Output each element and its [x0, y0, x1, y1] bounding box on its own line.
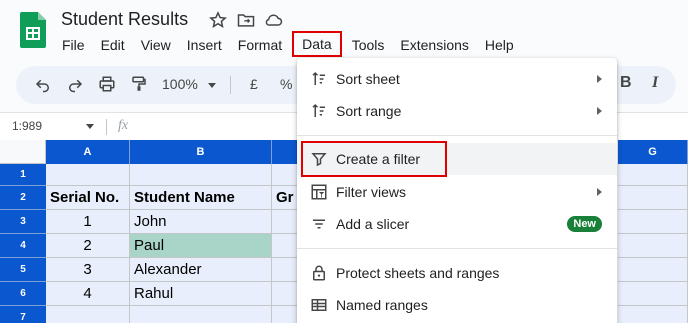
table-cell[interactable]: 4	[46, 282, 130, 306]
menu-item-label: Named ranges	[336, 297, 428, 313]
header: Student Results File Edit View Insert Fo…	[0, 0, 688, 62]
menu-item-label: Add a slicer	[336, 216, 410, 232]
toolbar-divider	[230, 76, 231, 94]
paint-format-icon[interactable]	[130, 75, 148, 96]
menu-format[interactable]: Format	[230, 34, 290, 56]
table-cell[interactable]: John	[130, 210, 272, 234]
menu-item-sort-sheet[interactable]: Sort sheet	[297, 63, 617, 95]
menu-item-label: Filter views	[336, 184, 407, 200]
menu-edit[interactable]: Edit	[93, 34, 133, 56]
sheets-logo-icon[interactable]	[20, 12, 46, 48]
undo-icon[interactable]	[34, 75, 52, 96]
percent-format-button[interactable]: %	[280, 76, 292, 92]
header-cell-serial[interactable]: Serial No.	[46, 186, 130, 210]
redo-icon[interactable]	[66, 75, 84, 96]
row-header-1[interactable]: 1	[0, 164, 46, 186]
menu-item-protect-sheets[interactable]: Protect sheets and ranges	[297, 257, 617, 289]
submenu-arrow-icon	[597, 188, 602, 196]
table-cell[interactable]: Alexander	[130, 258, 272, 282]
document-title[interactable]: Student Results	[61, 9, 188, 30]
menu-divider	[297, 248, 617, 249]
star-icon[interactable]	[208, 10, 228, 30]
sort-icon	[312, 103, 325, 117]
column-header-g[interactable]: G	[618, 140, 688, 164]
name-box[interactable]: 1:989	[12, 119, 42, 133]
row-header-5[interactable]: 5	[0, 258, 46, 282]
new-badge: New	[567, 216, 602, 232]
row-header-4[interactable]: 4	[0, 234, 46, 258]
column-header-a[interactable]: A	[46, 140, 130, 164]
zoom-caret-icon	[208, 83, 216, 88]
title-icons	[208, 10, 284, 30]
cell-g2[interactable]	[618, 186, 688, 210]
row-header-7[interactable]: 7	[0, 306, 46, 323]
bold-button[interactable]: B	[620, 74, 632, 92]
lock-icon	[313, 265, 325, 281]
menu-tools[interactable]: Tools	[344, 34, 393, 56]
menu-file[interactable]: File	[54, 34, 93, 56]
print-icon[interactable]	[98, 75, 116, 96]
cell-a7[interactable]	[46, 306, 130, 323]
currency-format-button[interactable]: £	[250, 76, 258, 92]
cell-b1[interactable]	[130, 164, 272, 186]
slicer-icon	[313, 219, 325, 229]
sheets-app: Student Results File Edit View Insert Fo…	[0, 0, 688, 323]
italic-button[interactable]: I	[652, 74, 658, 92]
select-all-corner[interactable]	[0, 140, 46, 164]
menu-divider	[297, 135, 617, 136]
data-menu-dropdown: Sort sheet Sort range Create a filter Fi…	[297, 58, 617, 323]
table-cell[interactable]	[618, 210, 688, 234]
table-cell[interactable]: 3	[46, 258, 130, 282]
cell-a1[interactable]	[46, 164, 130, 186]
row-header-3[interactable]: 3	[0, 210, 46, 234]
cell-g1[interactable]	[618, 164, 688, 186]
submenu-arrow-icon	[597, 107, 602, 115]
row-header-6[interactable]: 6	[0, 282, 46, 306]
submenu-arrow-icon	[597, 75, 602, 83]
move-folder-icon[interactable]	[236, 10, 256, 30]
row-header-2[interactable]: 2	[0, 186, 46, 210]
sort-icon	[312, 71, 325, 85]
zoom-select[interactable]: 100%	[162, 76, 198, 92]
header-cell-student-name[interactable]: Student Name	[130, 186, 272, 210]
menu-help[interactable]: Help	[477, 34, 522, 56]
formula-divider	[106, 119, 107, 135]
table-cell[interactable]: 1	[46, 210, 130, 234]
menu-view[interactable]: View	[133, 34, 179, 56]
fx-icon: fx	[118, 118, 129, 133]
table-cell[interactable]	[618, 282, 688, 306]
column-header-b[interactable]: B	[130, 140, 272, 164]
cell-g7[interactable]	[618, 306, 688, 323]
menu-extensions[interactable]: Extensions	[392, 34, 476, 56]
table-cell-highlighted[interactable]: Paul	[130, 234, 272, 258]
table-cell[interactable]: 2	[46, 234, 130, 258]
menu-item-sort-range[interactable]: Sort range	[297, 95, 617, 127]
menu-insert[interactable]: Insert	[179, 34, 230, 56]
table-cell[interactable]	[618, 234, 688, 258]
table-cell[interactable]	[618, 258, 688, 282]
cell-b7[interactable]	[130, 306, 272, 323]
filter-views-icon	[311, 184, 327, 200]
menu-item-add-slicer[interactable]: Add a slicer New	[297, 208, 617, 240]
menu-item-label: Sort sheet	[336, 71, 400, 87]
highlight-annotation	[301, 141, 447, 177]
named-ranges-icon	[311, 299, 327, 311]
menu-item-named-ranges[interactable]: Named ranges	[297, 289, 617, 321]
menu-data[interactable]: Data	[292, 31, 342, 57]
table-cell[interactable]: Rahul	[130, 282, 272, 306]
name-box-caret-icon[interactable]	[86, 124, 94, 129]
menu-bar: File Edit View Insert Format Data Tools …	[54, 31, 522, 57]
menu-item-label: Protect sheets and ranges	[336, 265, 500, 281]
menu-item-label: Sort range	[336, 103, 402, 119]
cloud-status-icon[interactable]	[264, 10, 284, 30]
menu-item-filter-views[interactable]: Filter views	[297, 176, 617, 208]
